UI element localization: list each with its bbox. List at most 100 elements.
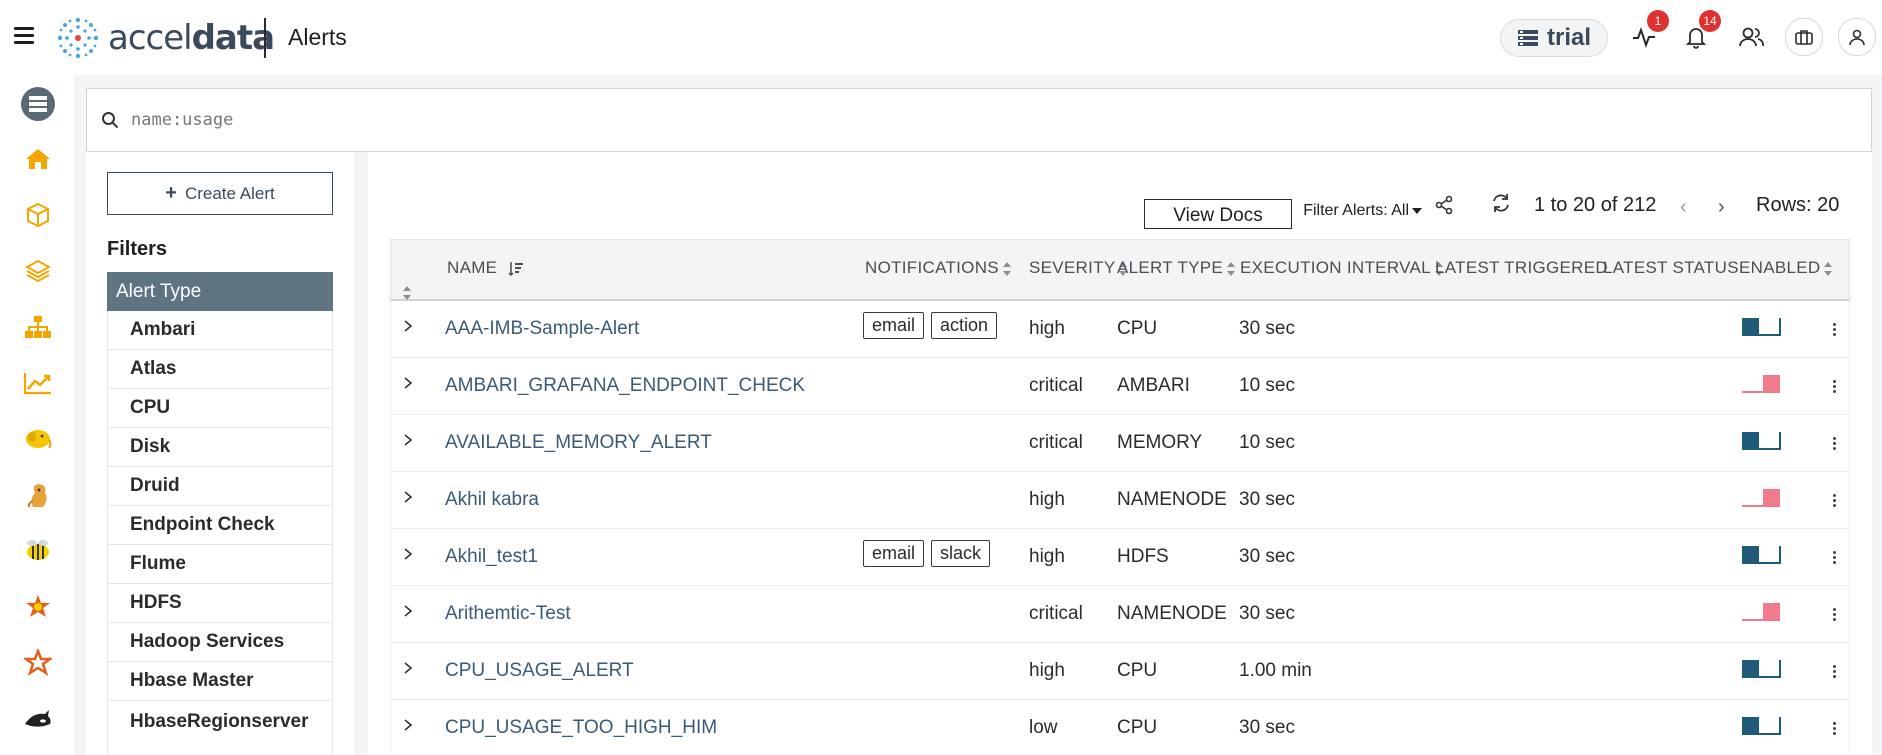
alert-name-link[interactable]: Akhil kabra	[445, 489, 539, 511]
nav-packages[interactable]	[20, 197, 56, 233]
nav-orca[interactable]	[20, 701, 56, 737]
row-actions-kebab-icon[interactable]	[1833, 323, 1837, 338]
toggle-off-icon[interactable]	[1741, 600, 1781, 622]
previous-page-button[interactable]: ‹	[1680, 196, 1687, 219]
table-row[interactable]: Arithemtic-Test critical NAMENODE 30 sec	[390, 586, 1850, 643]
briefcase-icon	[1795, 30, 1813, 45]
table-row[interactable]: Akhil kabra high NAMENODE 30 sec	[390, 472, 1850, 529]
briefcase-button[interactable]	[1785, 18, 1823, 56]
nav-spark-star[interactable]	[20, 589, 56, 625]
toggle-on-icon[interactable]	[1741, 543, 1781, 565]
row-actions-kebab-icon[interactable]	[1833, 551, 1837, 566]
search-input[interactable]	[131, 110, 1731, 130]
nav-hive[interactable]	[20, 477, 56, 513]
nav-hive-bee[interactable]	[20, 533, 56, 569]
nav-hierarchy[interactable]	[20, 309, 56, 345]
row-actions-kebab-icon[interactable]	[1833, 608, 1837, 623]
filter-alerts-dropdown[interactable]: Filter Alerts: All	[1282, 202, 1422, 220]
filter-item-cpu[interactable]: CPU	[107, 389, 333, 428]
column-notifications[interactable]: NOTIFICATIONS	[865, 258, 1011, 278]
brand-name: acceldata	[108, 18, 275, 58]
activity-button[interactable]: 1	[1627, 10, 1669, 54]
filter-item-flume[interactable]: Flume	[107, 545, 333, 584]
users-button[interactable]	[1734, 20, 1768, 54]
severity-cell: high	[1029, 660, 1065, 681]
filter-item-hadoop-services[interactable]: Hadoop Services	[107, 623, 333, 662]
table-row[interactable]: AAA-IMB-Sample-Alert email action high CP…	[390, 301, 1850, 358]
expand-row-icon[interactable]	[403, 376, 413, 390]
expand-row-icon[interactable]	[403, 604, 413, 618]
profile-button[interactable]	[1838, 18, 1876, 56]
filter-item-ambari[interactable]: Ambari	[107, 311, 333, 350]
alert-name-link[interactable]: Arithemtic-Test	[445, 603, 571, 625]
column-enabled[interactable]: ENABLED	[1739, 258, 1833, 278]
filter-item-hdfs[interactable]: HDFS	[107, 584, 333, 623]
toggle-on-icon[interactable]	[1741, 429, 1781, 451]
expand-row-icon[interactable]	[403, 490, 413, 504]
alert-type-filter-header[interactable]: Alert Type	[107, 272, 333, 311]
expand-row-icon[interactable]	[403, 661, 413, 675]
create-alert-button[interactable]: + Create Alert	[107, 172, 333, 215]
nav-home[interactable]	[20, 141, 56, 177]
column-latest-triggered[interactable]: LATEST TRIGGERED	[1435, 258, 1608, 278]
next-page-button[interactable]: ›	[1718, 196, 1725, 219]
toggle-on-icon[interactable]	[1741, 315, 1781, 337]
user-icon	[1849, 29, 1865, 46]
column-execution-interval[interactable]: EXECUTION INTERVAL	[1240, 258, 1443, 278]
toggle-off-icon[interactable]	[1741, 372, 1781, 394]
alert-type-cell: HDFS	[1117, 546, 1169, 567]
sort-icon[interactable]	[403, 286, 411, 300]
notifications-button[interactable]: 14	[1679, 10, 1721, 54]
expand-row-icon[interactable]	[403, 433, 413, 447]
workspace-selector[interactable]: trial	[1500, 19, 1608, 57]
row-actions-kebab-icon[interactable]	[1833, 722, 1837, 737]
expand-row-icon[interactable]	[403, 547, 413, 561]
toggle-off-icon[interactable]	[1741, 486, 1781, 508]
alert-name-link[interactable]: AAA-IMB-Sample-Alert	[445, 318, 639, 340]
interval-cell: 30 sec	[1239, 717, 1295, 738]
row-actions-kebab-icon[interactable]	[1833, 665, 1837, 680]
star-bee-icon	[26, 595, 50, 617]
column-alert-type[interactable]: ALERT TYPE	[1117, 258, 1235, 278]
filter-item-endpoint-check[interactable]: Endpoint Check	[107, 506, 333, 545]
filter-item-hbase-master[interactable]: Hbase Master	[107, 662, 333, 701]
alert-name-link[interactable]: AVAILABLE_MEMORY_ALERT	[445, 432, 712, 454]
toggle-on-icon[interactable]	[1741, 657, 1781, 679]
rows-per-page[interactable]: Rows: 20	[1756, 194, 1839, 217]
notification-chip: action	[931, 312, 998, 339]
row-actions-kebab-icon[interactable]	[1833, 380, 1837, 395]
filter-item-hbase-regionserver[interactable]: Hbase Regionserver	[107, 701, 333, 755]
brand-logo[interactable]: acceldata	[56, 14, 275, 62]
filter-item-atlas[interactable]: Atlas	[107, 350, 333, 389]
toggle-on-icon[interactable]	[1741, 714, 1781, 736]
table-row[interactable]: AMBARI_GRAFANA_ENDPOINT_CHECK critical A…	[390, 358, 1850, 415]
table-row[interactable]: AVAILABLE_MEMORY_ALERT critical MEMORY 1…	[390, 415, 1850, 472]
table-row[interactable]: Akhil_test1 email slack high HDFS 30 sec	[390, 529, 1850, 586]
alert-name-link[interactable]: CPU_USAGE_ALERT	[445, 660, 634, 682]
column-name[interactable]: NAME	[447, 258, 524, 278]
filter-item-druid[interactable]: Druid	[107, 467, 333, 506]
nav-layers[interactable]	[20, 253, 56, 289]
nav-spark[interactable]	[20, 645, 56, 681]
column-severity[interactable]: SEVERITY	[1029, 258, 1128, 278]
layers-icon	[25, 259, 51, 283]
hamburger-menu-icon[interactable]	[14, 27, 34, 45]
view-docs-button[interactable]: View Docs	[1144, 199, 1292, 229]
column-latest-status[interactable]: LATEST STATUS	[1603, 258, 1739, 278]
expand-row-icon[interactable]	[403, 319, 413, 333]
filter-item-disk[interactable]: Disk	[107, 428, 333, 467]
refresh-icon[interactable]	[1490, 192, 1512, 214]
expand-row-icon[interactable]	[403, 718, 413, 732]
nav-hadoop[interactable]	[20, 421, 56, 457]
table-row[interactable]: CPU_USAGE_TOO_HIGH_HIM low CPU 30 sec	[390, 700, 1850, 755]
alert-name-link[interactable]: AMBARI_GRAFANA_ENDPOINT_CHECK	[445, 375, 805, 397]
alert-type-cell: MEMORY	[1117, 432, 1203, 453]
cluster-selector[interactable]	[21, 87, 55, 121]
table-row[interactable]: CPU_USAGE_ALERT high CPU 1.00 min	[390, 643, 1850, 700]
alert-name-link[interactable]: CPU_USAGE_TOO_HIGH_HIM	[445, 717, 717, 739]
row-actions-kebab-icon[interactable]	[1833, 494, 1837, 509]
nav-analytics[interactable]	[20, 365, 56, 401]
alert-name-link[interactable]: Akhil_test1	[445, 546, 538, 568]
row-actions-kebab-icon[interactable]	[1833, 437, 1837, 452]
share-icon[interactable]	[1434, 195, 1454, 215]
